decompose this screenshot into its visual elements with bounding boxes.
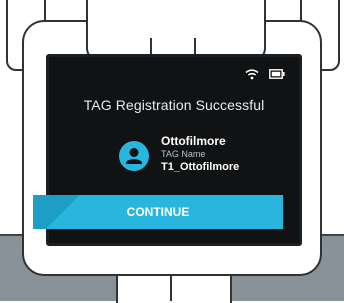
tag-name-label: TAG Name [161,149,206,159]
continue-label: CONTINUE [126,205,190,219]
registration-title: TAG Registration Successful [83,97,265,113]
user-icon [119,141,149,171]
tag-name-value: T1_Ottofilmore [161,161,240,173]
wifi-icon [245,68,259,80]
status-bar [245,67,285,81]
tag-info: Ottofilmore TAG Name T1_Ottofilmore [161,134,239,174]
battery-icon [269,69,285,79]
user-name: Ottofilmore [161,134,226,148]
button-shade [33,195,93,229]
continue-button[interactable]: CONTINUE [33,195,283,229]
